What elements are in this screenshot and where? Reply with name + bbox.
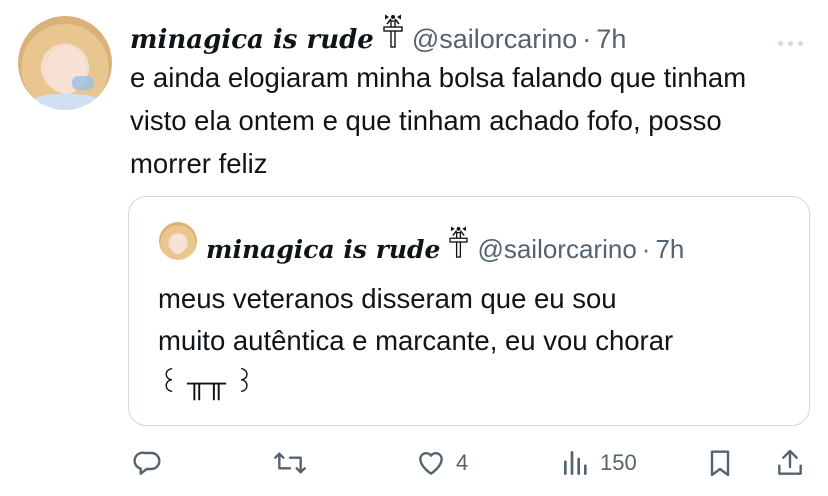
quoted-tweet-header: minagica is rude @sailorcarino · 7h xyxy=(206,226,684,265)
more-options-icon[interactable] xyxy=(778,40,804,48)
action-bar: 4 150 xyxy=(0,440,828,486)
quoted-timestamp: 7h xyxy=(655,234,685,264)
avatar-bow xyxy=(72,76,94,90)
separator-dot: · xyxy=(582,24,592,54)
quoted-author-name: minagica is rude xyxy=(206,235,441,264)
views-icon xyxy=(560,447,592,479)
avatar-face xyxy=(170,234,186,254)
views-count: 150 xyxy=(600,450,637,475)
retweet-icon xyxy=(272,447,308,479)
share-icon xyxy=(774,447,806,479)
quoted-tweet-text: meus veteranos disseram que eu sou muito… xyxy=(158,278,798,404)
retweet-button[interactable] xyxy=(272,440,308,486)
reply-button[interactable] xyxy=(132,440,164,486)
heart-icon xyxy=(414,447,448,479)
cross-bow-icon xyxy=(382,14,404,53)
quoted-text-line: ꒰ ╥╥ ꒱ xyxy=(158,367,256,398)
bookmark-icon xyxy=(704,447,736,479)
author-name[interactable]: minagica is rude xyxy=(130,25,374,55)
cross-bow-icon xyxy=(448,226,469,263)
separator-dot: · xyxy=(641,234,651,264)
like-button[interactable]: 4 xyxy=(414,440,468,486)
views-button[interactable]: 150 xyxy=(560,440,637,486)
tweet-header: minagica is rude @sailorcarino · 7h xyxy=(130,14,626,55)
like-count: 4 xyxy=(456,450,469,475)
tweet-text: e ainda elogiaram minha bolsa falando qu… xyxy=(130,62,747,179)
bookmark-button[interactable] xyxy=(704,440,736,486)
quoted-text-line: muito autêntica e marcante, eu vou chora… xyxy=(158,325,674,356)
quoted-author-handle: @sailorcarino xyxy=(477,234,637,264)
author-handle[interactable]: @sailorcarino xyxy=(412,24,577,55)
quoted-text-line: meus veteranos disseram que eu sou xyxy=(158,283,617,314)
avatar-shirt xyxy=(28,94,104,110)
timestamp[interactable]: 7h xyxy=(596,24,626,55)
reply-icon xyxy=(132,447,164,479)
share-button[interactable] xyxy=(774,440,806,486)
author-avatar[interactable] xyxy=(18,16,112,110)
quoted-author-avatar xyxy=(159,222,197,260)
